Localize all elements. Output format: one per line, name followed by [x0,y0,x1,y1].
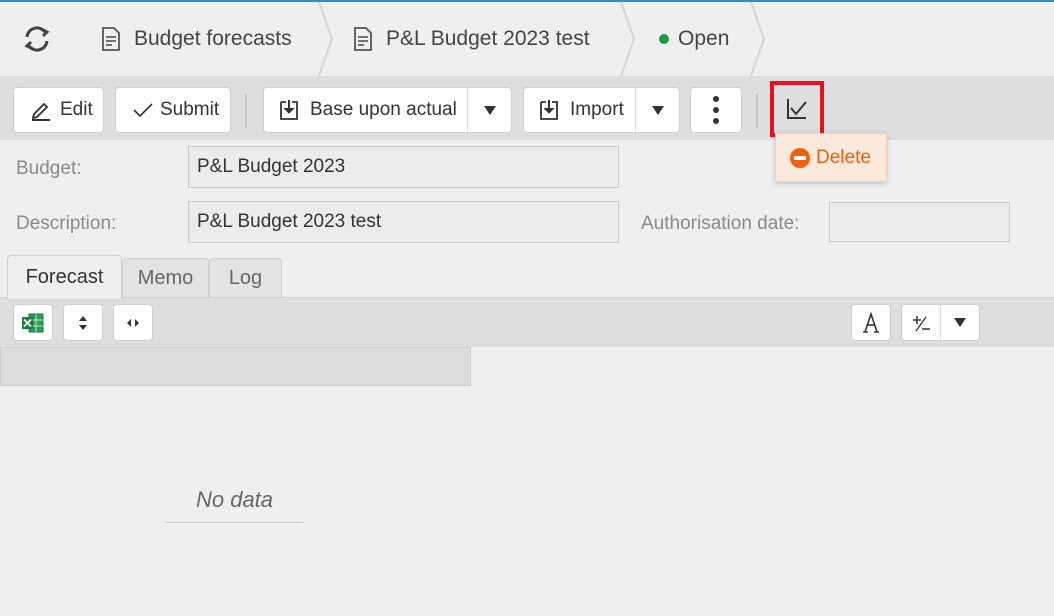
breadcrumb-label: P&L Budget 2023 test [386,27,590,50]
breadcrumb-separator [318,2,334,76]
document-icon [102,27,120,51]
delete-label: Delete [816,146,871,168]
process-action-button[interactable] [770,81,824,137]
refresh-icon[interactable] [22,24,52,54]
minus-circle-icon [790,147,810,168]
import-button[interactable]: Import [523,87,680,133]
import-icon [540,100,558,120]
plus-minus-icon [912,315,930,331]
toolbar-divider [756,94,758,128]
submit-label: Submit [160,99,220,120]
edit-label: Edit [60,99,93,120]
breadcrumb-separator [620,2,636,76]
budget-field[interactable]: P&L Budget 2023 [188,146,619,188]
font-icon [863,311,879,333]
tab-memo[interactable]: Memo [122,258,209,298]
breadcrumb-budget-forecasts[interactable]: Budget forecasts [100,2,292,76]
base-upon-actual-label: Base upon actual [310,99,457,120]
empty-state-text: No data [166,478,303,523]
pencil-icon [31,102,50,121]
signature-check-icon [787,99,807,119]
sign-toggle-main[interactable] [902,313,940,333]
chevron-down-icon [652,105,664,115]
edit-button[interactable]: Edit [13,87,104,133]
toolbar-divider [245,94,247,128]
breadcrumb-label: Budget forecasts [134,27,292,50]
excel-icon [22,313,44,332]
grid-toolbar [0,297,1054,347]
more-vertical-icon [713,96,719,124]
download-icon [280,100,298,120]
authorisation-date-field[interactable] [829,202,1010,242]
tab-log[interactable]: Log [209,258,282,298]
document-icon [354,27,372,51]
status-label: Open [678,27,730,50]
breadcrumb-separator [750,2,766,76]
description-field[interactable]: P&L Budget 2023 test [188,201,619,243]
base-upon-actual-button[interactable]: Base upon actual [263,87,512,133]
authorisation-date-label: Authorisation date: [641,213,800,234]
expand-horizontal-icon [127,318,139,327]
font-size-button[interactable] [851,304,891,341]
delete-menu-item[interactable]: Delete [775,133,887,182]
checkmark-icon [133,103,153,118]
chevron-down-icon [484,105,496,115]
chevron-down-icon [953,318,966,327]
sign-toggle-dropdown[interactable] [939,305,980,340]
tab-forecast[interactable]: Forecast [7,255,122,299]
base-upon-actual-dropdown-toggle[interactable] [467,88,512,132]
status-dot-icon [659,34,669,44]
more-options-button[interactable] [690,87,742,133]
breadcrumb: Budget forecasts P&L Budget 2023 test Op… [0,2,1054,76]
submit-button[interactable]: Submit [115,87,231,133]
budget-label: Budget: [16,158,82,179]
grid-header [0,347,471,386]
sign-toggle-button[interactable] [901,304,980,341]
description-label: Description: [16,213,117,234]
status-badge: Open [659,2,729,76]
expand-vertical-icon [79,315,87,330]
import-label: Import [570,99,624,120]
export-excel-button[interactable] [13,304,53,341]
expand-columns-button[interactable] [113,304,153,341]
expand-rows-button[interactable] [63,304,103,341]
breadcrumb-budget-item[interactable]: P&L Budget 2023 test [352,2,590,76]
import-dropdown-toggle[interactable] [635,88,680,132]
